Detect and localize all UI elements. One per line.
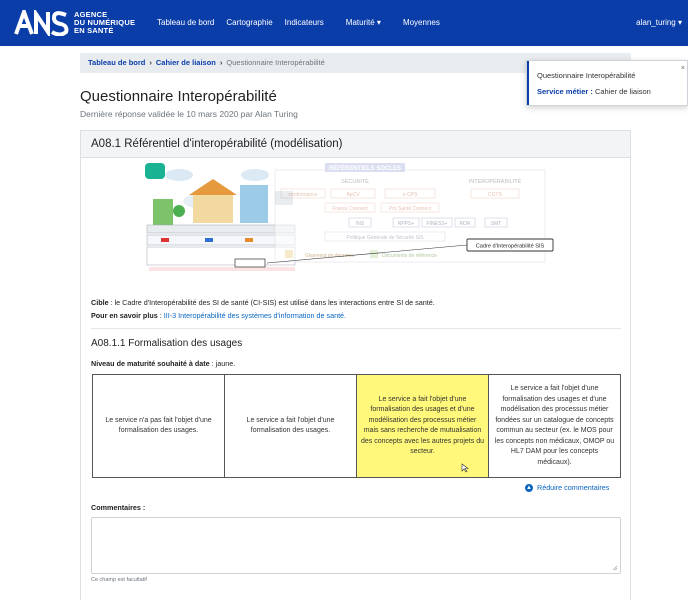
diagram-item: SMT [491,221,502,227]
referentiels-diagram: RÉFÉRENTIELS SOCLES SÉCURITÉ INTEROPÉRAB… [145,163,554,271]
divider [91,328,621,329]
diagram-item: conformance [289,192,318,198]
page-subtitle: Dernière réponse validée le 10 mars 2020… [80,109,298,119]
card-title: A08.1 Référentiel d'interopérabilité (mo… [81,131,630,158]
nav-item-maturite[interactable]: Maturité ▾ [346,18,381,27]
niveau-value: : jaune. [209,359,236,368]
diagram-item: INS [356,221,365,227]
page-title: Questionnaire Interopérabilité [80,88,277,105]
breadcrumb-current: Questionnaire Interopérabilité [226,58,325,67]
user-menu[interactable]: alan_turing ▾ [636,18,682,27]
close-icon[interactable]: × [681,65,685,72]
popover-service: Service métier : Cahier de liaison [537,87,677,96]
diagram-item: Pro Santé Connect [389,206,432,212]
comments-label: Commentaires : [91,503,146,512]
callout-label: Cadre d'Interopérabilité SIS [476,244,545,250]
diagram-item: FINESS+ [427,221,448,227]
chevron-up-icon: ▲ [525,483,533,492]
diagram-item: ApCV [346,192,360,198]
diagram-header: RÉFÉRENTIELS SOCLES [329,164,401,172]
diagram-item: France Connect [332,206,368,212]
breadcrumb-separator: › [219,58,223,67]
cible-text: Cible : le Cadre d'Interopérabilité des … [91,298,621,307]
ecosystem-illustration [145,163,296,271]
main-nav: Tableau de bord Cartographie Indicateurs… [157,18,452,27]
resize-grip-icon[interactable] [612,565,618,571]
maturity-level-1[interactable]: Le service n'a pas fait l'objet d'une fo… [93,375,225,477]
brand-line-3: EN SANTÉ [74,26,114,35]
popover-title: Questionnaire Interopérabilité [537,71,636,80]
diagram-securite: SÉCURITÉ [341,178,369,185]
nav-item-moyennes[interactable]: Moyennes [403,18,440,27]
breadcrumb-separator: › [149,58,152,67]
popover-service-value: Cahier de liaison [594,87,651,96]
breadcrumb-tableau-de-bord[interactable]: Tableau de bord [88,58,145,67]
diagram-item: e-CPS [403,192,418,198]
cible-description: : le Cadre d'Interopérabilité des SI de … [108,298,435,307]
nav-item-indicateurs[interactable]: Indicateurs [285,18,324,27]
reduire-label: Réduire commentaires [537,483,610,492]
niveau-label: Niveau de maturité souhaité à date [91,359,210,368]
ans-logo-icon [14,10,69,36]
diagram-item: ROR [459,221,471,227]
diagram-item: Politique Générale de Sécurité SIS [346,235,424,241]
diagram-item: CGTS [488,192,503,198]
popover-service-label: Service métier : [537,87,593,96]
nav-item-cartographie[interactable]: Cartographie [226,18,272,27]
popover-accent [527,61,529,105]
en-savoir-plus: Pour en savoir plus : III-3 Interopérabi… [91,311,346,320]
mouse-cursor-icon [461,463,469,473]
maturity-level-2[interactable]: Le service a fait l'objet d'une formalis… [225,375,357,477]
breadcrumb-cahier-de-liaison[interactable]: Cahier de liaison [156,58,216,67]
section-title: A08.1.1 Formalisation des usages [91,338,243,349]
brand-logo[interactable]: AGENCE DU NUMÉRIQUE EN SANTÉ [14,10,135,36]
maturity-level-4[interactable]: Le service a fait l'objet d'une formalis… [489,375,620,477]
info-popover: × Questionnaire Interopérabilité Service… [526,60,688,106]
question-card: A08.1 Référentiel d'interopérabilité (mo… [80,130,631,600]
comments-hint: Ce champ est facultatif [91,577,147,583]
maturity-levels-table: Le service n'a pas fait l'objet d'une fo… [92,374,621,478]
savoir-label: Pour en savoir plus [91,311,158,320]
diagram-interop: INTEROPÉRABILITÉ [469,178,522,185]
chevron-down-icon: ▾ [376,18,381,27]
nav-item-maturite-label: Maturité [345,18,375,27]
reduire-commentaires-button[interactable]: ▲ Réduire commentaires [525,483,609,492]
top-navbar: AGENCE DU NUMÉRIQUE EN SANTÉ Tableau de … [0,0,688,46]
brand-text: AGENCE DU NUMÉRIQUE EN SANTÉ [74,11,135,35]
nav-item-tableau-de-bord[interactable]: Tableau de bord [157,18,214,27]
comments-textarea[interactable] [91,517,621,574]
diagram-legend-2: Documents de référence [382,253,437,259]
niveau-maturite: Niveau de maturité souhaité à date : jau… [91,359,235,368]
savoir-link[interactable]: III-3 Interopérabilité des systèmes d'in… [164,311,346,320]
maturity-level-3-selected[interactable]: Le service a fait l'objet d'une formalis… [357,375,489,477]
cible-label: Cible [91,298,109,307]
diagram-item: RPPS+ [398,221,415,227]
